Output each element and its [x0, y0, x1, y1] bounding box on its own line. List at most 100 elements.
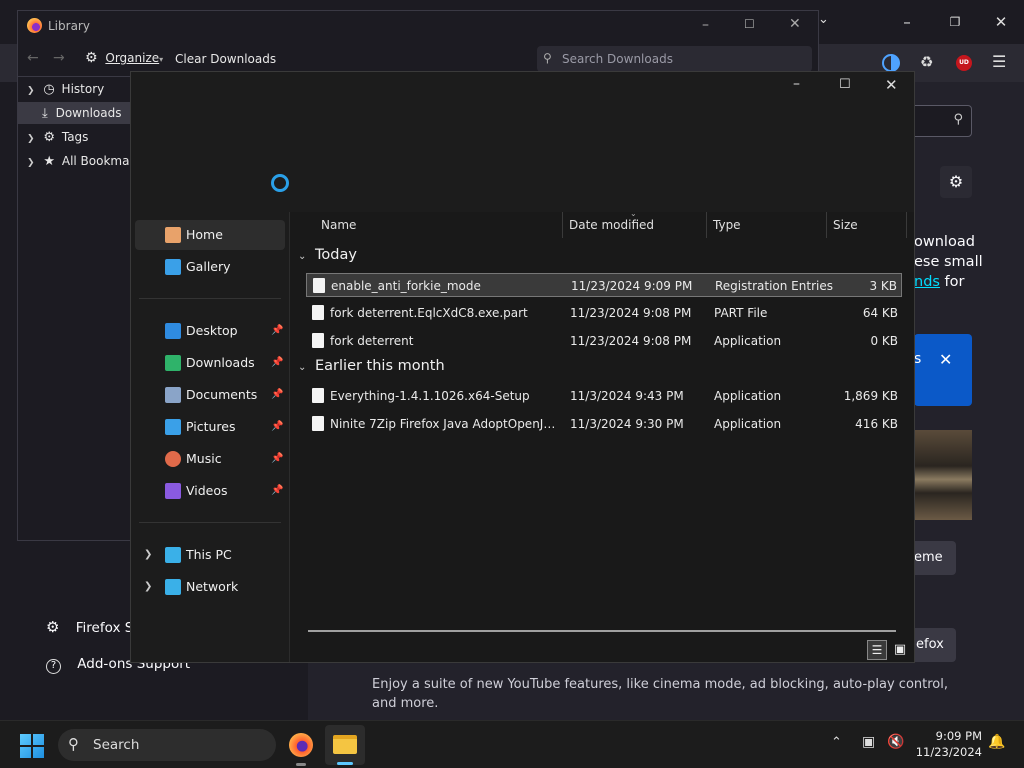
firefox-taskbar-icon[interactable] [289, 733, 313, 757]
firefox-close-button[interactable]: ✕ [978, 8, 1024, 36]
nav-item-downloads[interactable]: Downloads 📌 [135, 348, 285, 378]
addons-settings-button[interactable]: ⚙ [940, 166, 972, 198]
firefox-running-indicator [296, 763, 306, 766]
network-status-icon[interactable]: ▣ [862, 734, 875, 750]
nav-item-documents[interactable]: Documents 📌 [135, 380, 285, 410]
file-explorer-taskbar-button[interactable] [325, 725, 365, 765]
nav-item-pictures[interactable]: Pictures 📌 [135, 412, 285, 442]
file-row-fork-deterrent[interactable]: fork deterrent 11/23/2024 9:08 PM Applic… [306, 329, 902, 353]
downloads-icon [165, 355, 181, 371]
gear-icon: ⚙ [948, 172, 964, 191]
promo-link[interactable]: nds [914, 274, 940, 290]
column-header-size[interactable]: Size [833, 218, 858, 238]
collapse-chevron-icon: ⌄ [298, 251, 307, 262]
library-maximize-button[interactable]: ☐ [744, 17, 755, 31]
ublock-extension-icon[interactable]: UD [956, 55, 972, 71]
column-divider[interactable] [706, 212, 707, 238]
firefox-support-link[interactable]: ⚙ Firefox Support [46, 618, 130, 636]
file-size: 3 KB [869, 279, 897, 293]
nav-item-desktop[interactable]: Desktop 📌 [135, 316, 285, 346]
chevron-up-icon[interactable]: ⌃ [831, 735, 842, 750]
column-divider[interactable] [562, 212, 563, 238]
column-header-name[interactable]: Name [321, 218, 356, 238]
dialog-minimize-button[interactable]: – [793, 76, 800, 92]
file-icon [313, 278, 325, 293]
firefox-minimize-button[interactable]: – [884, 8, 930, 36]
pin-icon[interactable]: 📌 [271, 380, 283, 410]
column-header-row: Name Date modified ⌄ Type Size [290, 209, 914, 240]
firefox-maximize-button[interactable]: ❐ [932, 8, 978, 36]
library-close-button[interactable]: ✕ [789, 16, 801, 32]
file-row-everything-setup[interactable]: Everything-1.4.1.1026.x64-Setup 11/3/202… [306, 384, 902, 408]
column-divider[interactable] [906, 212, 907, 238]
nav-divider [139, 522, 281, 523]
desktop-icon [165, 323, 181, 339]
tree-item-all-bookmarks[interactable]: ❯ ★ All Bookmarks [18, 150, 131, 172]
nav-label-music: Music [186, 451, 222, 466]
tiles-view-button[interactable]: ▣ [890, 640, 910, 660]
tree-item-tags[interactable]: ❯ ⚙ Tags [18, 126, 131, 148]
taskbar-search-label: Search [93, 737, 140, 753]
expand-arrow-icon[interactable]: ❯ [144, 572, 152, 602]
navigation-pane: Home Gallery Desktop 📌 Downloads 📌 Docum… [131, 212, 289, 662]
pin-icon[interactable]: 📌 [271, 316, 283, 346]
notification-bell-icon[interactable]: 🔔 [988, 734, 1005, 750]
nav-item-music[interactable]: Music 📌 [135, 444, 285, 474]
group-header-today[interactable]: ⌄ Today [298, 247, 357, 269]
tree-item-history[interactable]: ❯ ◷ History [18, 78, 131, 100]
expand-arrow-icon[interactable]: ❯ [144, 540, 152, 570]
recommended-extension-card[interactable]: s ✕ [914, 334, 972, 406]
theme-button-label: eme [914, 550, 943, 565]
nav-item-gallery[interactable]: Gallery [135, 252, 285, 282]
search-downloads-input[interactable]: ⚲ Search Downloads [537, 46, 812, 72]
expand-arrow-icon: ❯ [27, 86, 35, 96]
pin-icon[interactable]: 📌 [271, 476, 283, 506]
file-row-fork-deterrent-part[interactable]: fork deterrent.EqlcXdC8.exe.part 11/23/2… [306, 301, 902, 325]
music-icon [165, 451, 181, 467]
clock[interactable]: 9:09 PM 11/23/2024 [912, 728, 982, 760]
tree-label-all-bookmarks: All Bookmarks [61, 154, 131, 168]
details-view-button[interactable]: ☰ [867, 640, 887, 660]
extensions-icon[interactable]: ♻ [920, 53, 933, 71]
menu-icon[interactable]: ☰ [992, 52, 1006, 71]
library-minimize-button[interactable]: – [702, 17, 709, 33]
column-header-date[interactable]: Date modified [569, 218, 654, 238]
addons-promo-text: ownload ese small nds for [914, 232, 983, 292]
dialog-maximize-button[interactable]: ☐ [839, 77, 851, 92]
file-type: Application [714, 334, 782, 348]
close-icon[interactable]: ✕ [939, 350, 952, 369]
expand-arrow-icon: ❯ [27, 134, 35, 144]
group-header-earlier-this-month[interactable]: ⌄ Earlier this month [298, 358, 445, 380]
pictures-icon [165, 419, 181, 435]
account-icon[interactable] [882, 54, 900, 72]
pin-icon[interactable]: 📌 [271, 412, 283, 442]
column-header-type[interactable]: Type [713, 218, 741, 238]
tab-list-chevron-icon[interactable]: ⌄ [818, 12, 829, 27]
gear-icon: ⚙ [85, 50, 98, 66]
column-divider[interactable] [826, 212, 827, 238]
nav-item-network[interactable]: ❯ Network [135, 572, 285, 602]
back-arrow-icon[interactable]: ← [27, 50, 39, 66]
file-row-ninite[interactable]: Ninite 7Zip Firefox Java AdoptOpenJDK x.… [306, 412, 902, 436]
nav-item-videos[interactable]: Videos 📌 [135, 476, 285, 506]
file-row-enable-anti-forkie-mode[interactable]: enable_anti_forkie_mode 11/23/2024 9:09 … [306, 273, 902, 297]
pin-icon[interactable]: 📌 [271, 444, 283, 474]
volume-muted-icon[interactable]: 🔇 [887, 734, 904, 750]
forward-arrow-icon[interactable]: → [53, 50, 65, 66]
horizontal-scrollbar[interactable] [308, 630, 896, 632]
tree-label-tags: Tags [61, 130, 89, 144]
file-size: 1,869 KB [843, 389, 898, 403]
nav-label-gallery: Gallery [186, 259, 231, 274]
clear-downloads-button[interactable]: Clear Downloads [175, 52, 276, 66]
nav-item-home[interactable]: Home [135, 220, 285, 250]
file-explorer-dialog: – ☐ ✕ Home Gallery Desktop 📌 Downloads 📌… [130, 71, 915, 663]
gear-icon: ⚙ [46, 618, 60, 636]
tree-item-downloads[interactable]: ⤓ Downloads [18, 102, 131, 124]
dialog-close-button[interactable]: ✕ [885, 76, 898, 94]
organize-menu[interactable]: ⚙ Organize▾ [85, 50, 163, 66]
pin-icon[interactable]: 📌 [271, 348, 283, 378]
nav-item-this-pc[interactable]: ❯ This PC [135, 540, 285, 570]
taskbar-search-box[interactable]: ⚲ Search [58, 729, 276, 761]
search-icon: ⚲ [543, 51, 552, 65]
start-button[interactable] [20, 734, 44, 758]
